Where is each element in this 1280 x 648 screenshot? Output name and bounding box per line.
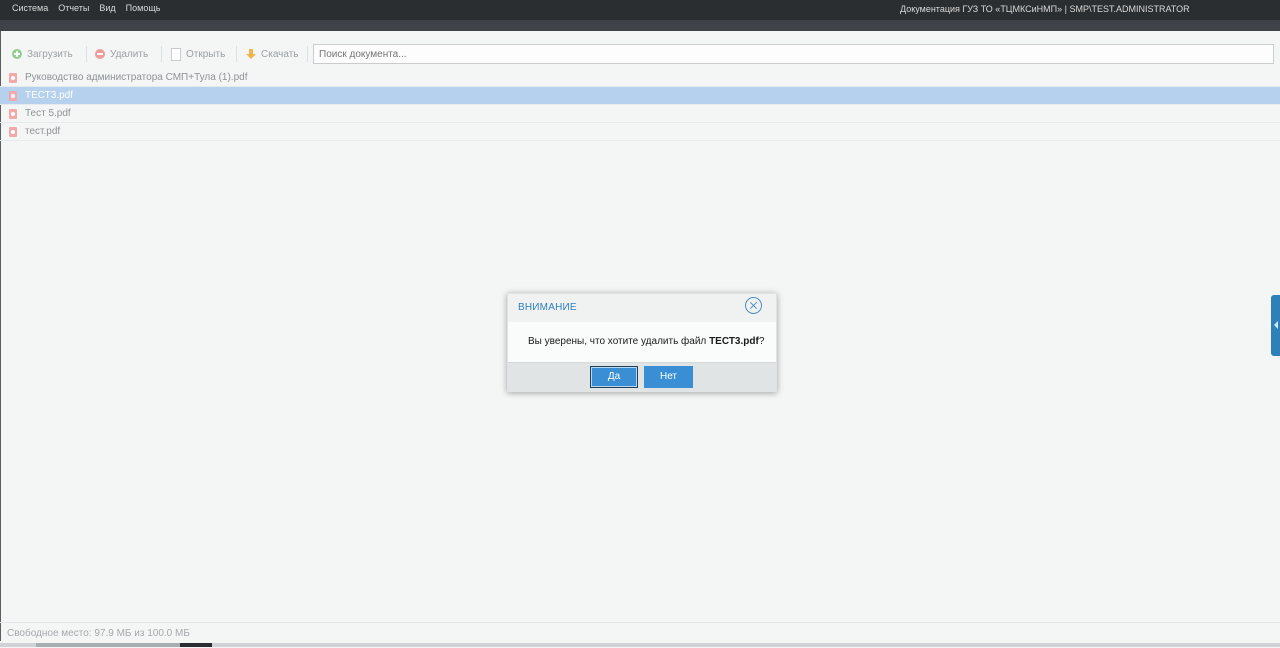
- toolbar-divider: [236, 46, 237, 62]
- message-text: Вы уверены, что хотите удалить файл: [528, 336, 710, 347]
- add-icon: [12, 49, 22, 59]
- toolbar-divider: [161, 46, 162, 62]
- open-button[interactable]: Открыть: [167, 44, 229, 64]
- menu-item-view[interactable]: Вид: [99, 3, 115, 13]
- upload-button[interactable]: Загрузить: [8, 44, 77, 64]
- delete-confirm-dialog: ВНИМАНИЕ Вы уверены, что хотите удалить …: [507, 293, 777, 392]
- document-search-input[interactable]: [313, 44, 1274, 64]
- open-label: Открыть: [186, 48, 226, 60]
- file-name: Тест 5.pdf: [25, 108, 71, 119]
- pdf-file-icon: [9, 72, 17, 83]
- bottom-strip-segment: [36, 643, 180, 647]
- pdf-file-icon: [9, 90, 17, 101]
- file-row-selected[interactable]: ТЕСТ3.pdf: [0, 87, 1280, 105]
- menu-item-system[interactable]: Система: [12, 3, 48, 13]
- free-space-text: Свободное место: 97.9 МБ из 100.0 МБ: [7, 628, 190, 639]
- remove-icon: [95, 49, 105, 59]
- delete-button[interactable]: Удалить: [91, 44, 152, 64]
- main-menu: Система Отчеты Вид Помощь: [12, 3, 160, 13]
- dialog-title: ВНИМАНИЕ: [518, 302, 577, 313]
- toolbar-divider: [307, 46, 308, 62]
- download-button[interactable]: Скачать: [242, 44, 303, 64]
- file-row[interactable]: Тест 5.pdf: [0, 105, 1280, 123]
- pdf-file-icon: [9, 126, 17, 137]
- close-icon[interactable]: [745, 297, 762, 314]
- document-icon: [171, 47, 181, 61]
- pdf-file-icon: [9, 108, 17, 119]
- download-icon: [246, 49, 256, 59]
- title-subbar: [0, 20, 1280, 31]
- dialog-message: Вы уверены, что хотите удалить файл ТЕСТ…: [528, 336, 764, 347]
- app-title: Документация ГУЗ ТО «ТЦМКСиНМП» | SMP\TE…: [900, 4, 1190, 14]
- yes-button[interactable]: Да: [590, 366, 638, 388]
- dialog-header: ВНИМАНИЕ: [508, 294, 776, 322]
- file-row[interactable]: Руководство администратора СМП+Тула (1).…: [0, 69, 1280, 87]
- download-label: Скачать: [261, 48, 299, 60]
- side-panel-toggle[interactable]: [1271, 295, 1280, 356]
- bottom-strip-segment: [180, 643, 212, 647]
- delete-label: Удалить: [110, 48, 149, 60]
- file-list: Руководство администратора СМП+Тула (1).…: [0, 69, 1280, 141]
- file-row[interactable]: тест.pdf: [0, 123, 1280, 141]
- message-file-name: ТЕСТ3.pdf: [709, 336, 759, 347]
- top-menu-bar: Система Отчеты Вид Помощь Документация Г…: [0, 0, 1280, 20]
- file-name: Руководство администратора СМП+Тула (1).…: [25, 72, 248, 83]
- file-name: ТЕСТ3.pdf: [25, 90, 74, 101]
- menu-item-help[interactable]: Помощь: [126, 3, 161, 13]
- dialog-footer: Да Нет: [508, 362, 776, 392]
- no-button[interactable]: Нет: [644, 366, 693, 388]
- menu-item-reports[interactable]: Отчеты: [58, 3, 89, 13]
- upload-label: Загрузить: [27, 48, 73, 60]
- file-name: тест.pdf: [25, 126, 61, 137]
- bottom-strip: [0, 643, 1280, 647]
- toolbar-divider: [86, 46, 87, 62]
- message-end: ?: [758, 336, 765, 347]
